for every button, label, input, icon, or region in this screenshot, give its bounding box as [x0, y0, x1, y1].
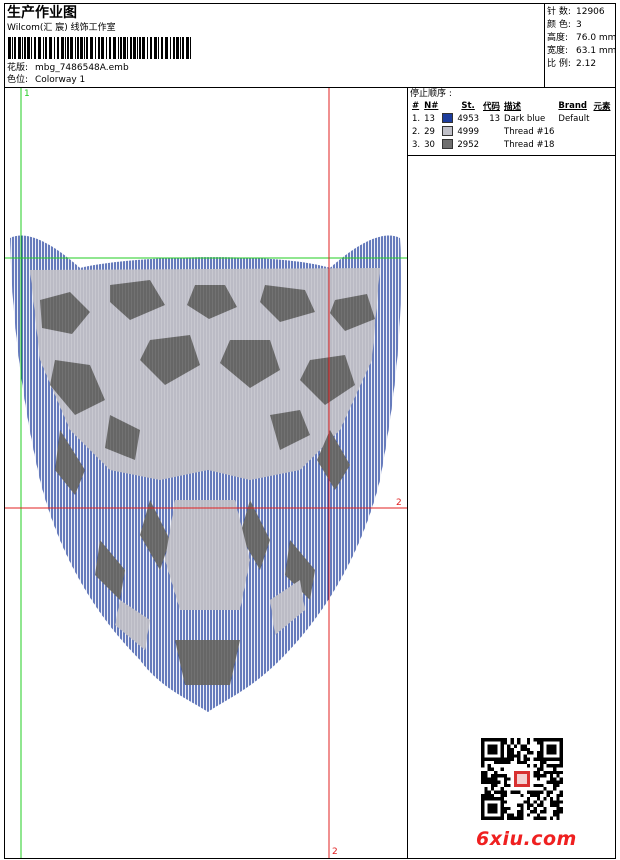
- stat-label: 针 数:: [547, 7, 571, 17]
- row-brand: Default: [558, 113, 590, 124]
- row-element: [591, 112, 612, 125]
- legend-title: 停止顺序 :: [410, 89, 452, 99]
- stat-label: 宽度:: [547, 46, 569, 56]
- colorway-value: Colorway 1: [35, 75, 86, 85]
- col-description: 描述: [504, 102, 522, 112]
- row-element: [591, 125, 612, 138]
- row-brand: [556, 125, 591, 138]
- color-swatch: [442, 139, 454, 150]
- stat-value: 2.12: [576, 59, 597, 69]
- marker-red-2-right: 2: [396, 498, 402, 508]
- colorway-label: 色位:: [7, 75, 29, 85]
- legend-row: 3. 30 2952 Thread #18: [410, 138, 612, 151]
- legend-row: 2. 29 4999 Thread #16: [410, 125, 612, 138]
- row-index: 3.: [412, 139, 421, 150]
- design-file: mbg_7486548A.emb: [35, 63, 129, 73]
- row-description: Dark blue: [504, 113, 546, 124]
- barcode: [8, 37, 191, 59]
- thread-legend-table: # N# St. 代码 描述 Brand 元素 1. 13 4953 13 Da…: [410, 100, 612, 151]
- row-needle: 13: [424, 113, 435, 124]
- color-swatch: [442, 113, 454, 124]
- head-design: [10, 235, 401, 713]
- stat-value: 76.0 mm: [576, 33, 617, 43]
- row-code: 13: [489, 113, 501, 124]
- design-label: 花版:: [7, 63, 29, 73]
- row-code: [481, 125, 502, 138]
- col-element: 元素: [593, 102, 611, 112]
- marker-red-2-bottom: 2: [332, 847, 338, 857]
- stat-label: 高度:: [547, 33, 569, 43]
- stat-label: 颜 色:: [547, 20, 571, 30]
- embroidery-design-canvas: [5, 88, 407, 858]
- color-swatch: [442, 126, 454, 137]
- company-name: Wilcom(汇 宸) 线饰工作室: [7, 23, 116, 33]
- col-index: #: [412, 101, 420, 111]
- page-title: 生产作业图: [7, 5, 77, 21]
- row-stitches: 4953: [457, 113, 480, 124]
- row-description: Thread #18: [504, 139, 555, 150]
- site-logo: 6xiu.com: [476, 828, 577, 850]
- row-brand: [556, 138, 591, 151]
- row-needle: 29: [424, 126, 435, 137]
- col-needle: N#: [424, 101, 439, 111]
- stat-value: 12906: [576, 7, 605, 17]
- qr-code: [481, 738, 563, 820]
- stat-label: 比 例:: [547, 59, 571, 69]
- col-stitches: St.: [461, 101, 475, 111]
- row-stitches: 2952: [457, 139, 480, 150]
- stat-value: 3: [576, 20, 582, 30]
- row-description: Thread #16: [504, 126, 555, 137]
- col-brand: Brand: [558, 101, 587, 111]
- row-code: [481, 138, 502, 151]
- row-index: 1.: [412, 113, 421, 124]
- row-index: 2.: [412, 126, 421, 137]
- stat-value: 63.1 mm: [576, 46, 617, 56]
- legend-row: 1. 13 4953 13 Dark blue Default: [410, 112, 612, 125]
- row-element: [591, 138, 612, 151]
- row-stitches: 4999: [457, 126, 480, 137]
- col-code: 代码: [483, 102, 501, 112]
- marker-green-1: 1: [24, 89, 30, 99]
- row-needle: 30: [424, 139, 435, 150]
- legend-header-row: # N# St. 代码 描述 Brand 元素: [410, 100, 612, 112]
- col-swatch: [440, 100, 455, 112]
